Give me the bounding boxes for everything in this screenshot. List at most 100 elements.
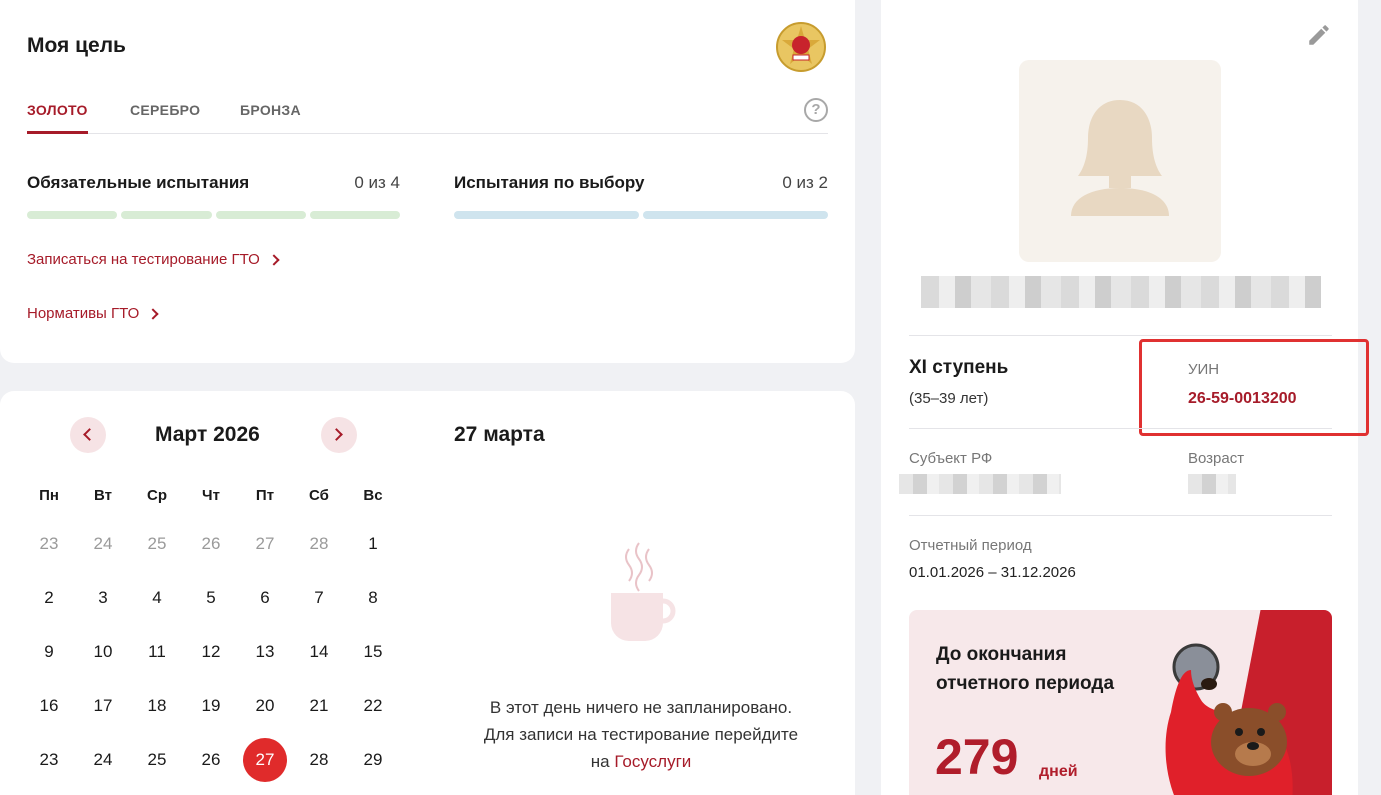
profile-card: XI ступень (35–39 лет) УИН 26-59-0013200…	[881, 0, 1369, 795]
calendar-card: Март 2026 27 марта Пн Вт Ср Чт Пт Сб Вс 23 24 25…	[0, 391, 855, 795]
progress-segment	[27, 211, 118, 219]
gto-norms-label: Нормативы ГТО	[27, 305, 140, 322]
empty-line-2: Для записи на тестирование перейдите	[483, 725, 799, 744]
calendar-day[interactable]: 24	[76, 733, 130, 787]
progress-segment	[121, 211, 212, 219]
period-countdown-banner: До окончания отчетного периода 279 дней	[909, 610, 1332, 795]
gto-norms-link[interactable]: Нормативы ГТО	[27, 305, 159, 322]
goal-card: Моя цель ЗОЛОТО СЕРЕБРО БРОНЗА ? Обязате…	[0, 0, 855, 363]
calendar-day[interactable]: 7	[292, 571, 346, 625]
gto-gold-medal-icon	[776, 22, 826, 72]
calendar-day[interactable]: 15	[346, 625, 400, 679]
redacted-region	[899, 474, 1061, 494]
optional-trials: Испытания по выбору 0 из 2	[454, 173, 828, 219]
chevron-right-icon	[147, 307, 159, 320]
calendar-day[interactable]: 29	[346, 733, 400, 787]
calendar-day[interactable]: 12	[184, 625, 238, 679]
calendar-day[interactable]: 20	[238, 679, 292, 733]
avatar	[1019, 60, 1221, 262]
calendar-day-number: 6	[260, 588, 270, 607]
calendar-day[interactable]: 19	[184, 679, 238, 733]
calendar-week: 2 3 4 5 6 7 8	[22, 571, 400, 625]
calendar-day[interactable]: 6	[238, 571, 292, 625]
next-month-button[interactable]	[321, 417, 357, 453]
medal-tabs: ЗОЛОТО СЕРЕБРО БРОНЗА ?	[27, 98, 828, 134]
calendar-day[interactable]: 26	[184, 733, 238, 787]
weekday-label: Ср	[147, 487, 167, 504]
calendar-day[interactable]: 24	[76, 517, 130, 571]
selected-day-title: 27 марта	[454, 423, 545, 446]
calendar-day[interactable]: 17	[76, 679, 130, 733]
calendar-day[interactable]: 8	[346, 571, 400, 625]
calendar-day-number: 29	[363, 750, 383, 769]
calendar-day[interactable]: 14	[292, 625, 346, 679]
register-testing-label: Записаться на тестирование ГТО	[27, 251, 260, 268]
mandatory-trials-count: 0 из 4	[354, 173, 400, 192]
calendar-day[interactable]: 11	[130, 625, 184, 679]
pencil-edit-icon[interactable]	[1306, 22, 1332, 48]
calendar-day[interactable]: 28	[292, 517, 346, 571]
calendar-day[interactable]: 22	[346, 679, 400, 733]
calendar-day[interactable]: 28	[292, 733, 346, 787]
calendar-day[interactable]: 13	[238, 625, 292, 679]
calendar-week: 16 17 18 19 20 21 22	[22, 679, 400, 733]
progress-segment	[643, 211, 828, 219]
register-testing-link[interactable]: Записаться на тестирование ГТО	[27, 251, 280, 268]
calendar-grid: Пн Вт Ср Чт Пт Сб Вс 23 24 25 26 27 28 1 2 3 4 5 6 7 8 9 10 11…	[22, 487, 400, 787]
question-circle-icon[interactable]: ?	[804, 98, 828, 122]
calendar-day[interactable]: 21	[292, 679, 346, 733]
calendar-day-number: 25	[147, 534, 167, 553]
calendar-day-number: 23	[39, 534, 59, 553]
female-avatar-icon	[1071, 100, 1169, 216]
chevron-left-icon	[83, 428, 96, 441]
calendar-day[interactable]: 23	[22, 517, 76, 571]
calendar-day-number: 21	[309, 696, 329, 715]
tab-silver[interactable]: СЕРЕБРО	[130, 102, 200, 134]
calendar-day-number: 27	[255, 534, 275, 553]
redacted-name	[921, 276, 1321, 308]
tab-bronze[interactable]: БРОНЗА	[240, 102, 301, 134]
calendar-day-number: 20	[255, 696, 275, 715]
calendar-day[interactable]: 23	[22, 733, 76, 787]
calendar-day-selected[interactable]: 27	[238, 733, 292, 787]
weekday-label: Пн	[39, 487, 59, 504]
calendar-day[interactable]: 4	[130, 571, 184, 625]
progress-segment	[454, 211, 639, 219]
banner-title-line-1: До окончания	[936, 644, 1067, 665]
calendar-day-number: 18	[147, 696, 167, 715]
month-title: Март 2026	[155, 423, 260, 446]
calendar-day-number: 23	[39, 750, 59, 769]
optional-trials-count: 0 из 2	[782, 173, 828, 192]
optional-progress-bars	[454, 211, 828, 219]
calendar-day[interactable]: 27	[238, 517, 292, 571]
chevron-right-icon	[268, 253, 280, 266]
calendar-day[interactable]: 10	[76, 625, 130, 679]
calendar-day[interactable]: 3	[76, 571, 130, 625]
calendar-day-number: 4	[152, 588, 162, 607]
weekday-label: Вт	[94, 487, 112, 504]
calendar-day[interactable]: 16	[22, 679, 76, 733]
weekday-label: Чт	[202, 487, 220, 504]
calendar-day[interactable]: 2	[22, 571, 76, 625]
weekday-header: Пн Вт Ср Чт Пт Сб Вс	[22, 487, 400, 517]
weekday-label: Вс	[363, 487, 383, 504]
prev-month-button[interactable]	[70, 417, 106, 453]
calendar-day-number: 24	[93, 534, 113, 553]
progress-segment	[309, 211, 400, 219]
calendar-day[interactable]: 9	[22, 625, 76, 679]
days-unit: дней	[1039, 763, 1078, 780]
calendar-day[interactable]: 1	[346, 517, 400, 571]
calendar-day-number: 5	[206, 588, 216, 607]
calendar-day[interactable]: 25	[130, 517, 184, 571]
empty-day-message: В этот день ничего не запланировано. Для…	[454, 541, 828, 775]
calendar-day[interactable]: 25	[130, 733, 184, 787]
divider	[909, 428, 1332, 429]
period-label: Отчетный период	[909, 537, 1032, 554]
gosuslugi-link[interactable]: Госуслуги	[614, 752, 691, 771]
calendar-day[interactable]: 18	[130, 679, 184, 733]
divider	[909, 515, 1332, 516]
tab-gold[interactable]: ЗОЛОТО	[27, 102, 88, 134]
calendar-day[interactable]: 26	[184, 517, 238, 571]
calendar-day[interactable]: 5	[184, 571, 238, 625]
calendar-day-number: 27	[255, 750, 275, 769]
